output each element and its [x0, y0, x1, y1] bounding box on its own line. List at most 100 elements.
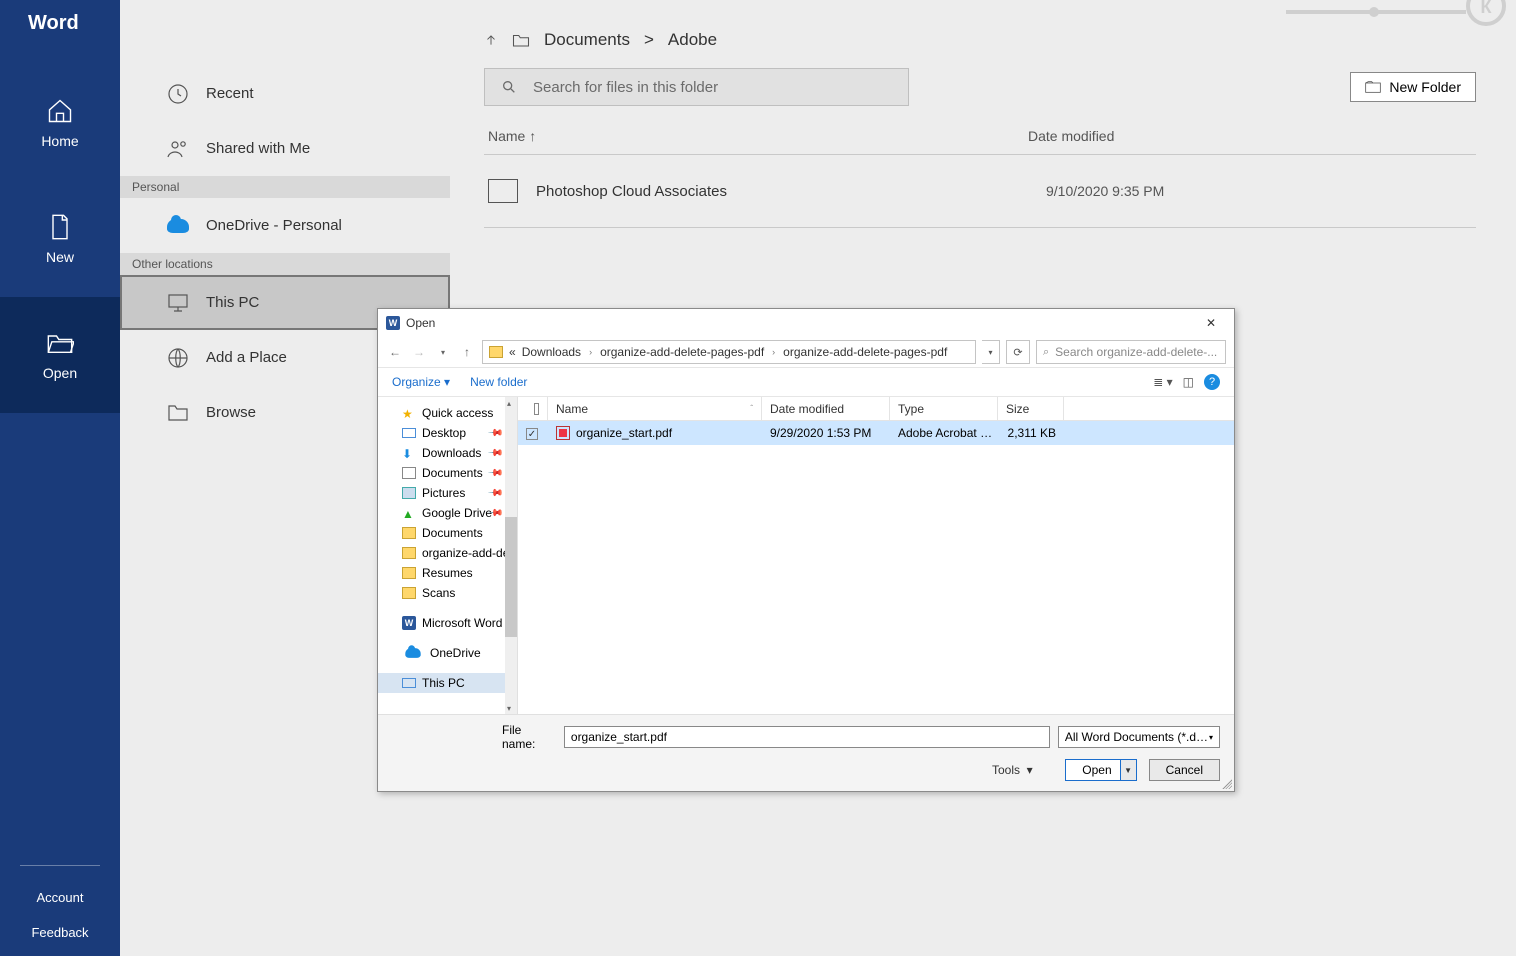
- tree-item[interactable]: Desktop📌: [378, 423, 517, 443]
- folder-open-icon: [512, 31, 530, 49]
- new-folder-label: New Folder: [1389, 79, 1461, 95]
- tree-item[interactable]: Scans: [378, 583, 517, 603]
- col-name[interactable]: Name: [488, 128, 525, 144]
- location-recent[interactable]: Recent: [120, 66, 450, 121]
- search-icon: [501, 79, 517, 95]
- search-icon: ⌕: [1043, 346, 1049, 359]
- scrollbar-thumb[interactable]: [505, 517, 517, 637]
- tools-menu[interactable]: Tools ▾: [992, 763, 1033, 777]
- close-button[interactable]: ✕: [1196, 316, 1226, 330]
- up-button[interactable]: ↑: [458, 345, 476, 359]
- crumb-adobe[interactable]: Adobe: [668, 30, 717, 50]
- search-input[interactable]: Search for files in this folder: [484, 68, 909, 106]
- tree-item[interactable]: Resumes: [378, 563, 517, 583]
- col-type[interactable]: Type: [890, 397, 998, 420]
- tree-item[interactable]: ⬇Downloads📌: [378, 443, 517, 463]
- tree-item[interactable]: ★Quick access: [378, 403, 517, 423]
- folder-icon: [488, 179, 518, 203]
- tree-item[interactable]: organize-add-de: [378, 543, 517, 563]
- newfolder-button[interactable]: New folder: [470, 375, 527, 389]
- sort-asc-icon: ↑: [529, 128, 536, 144]
- newfolder-icon: [1365, 80, 1381, 94]
- new-folder-button[interactable]: New Folder: [1350, 72, 1476, 102]
- scroll-down-icon[interactable]: ▾: [507, 704, 515, 712]
- category-personal: Personal: [120, 176, 450, 198]
- tree-item[interactable]: ▲Google Drive📌: [378, 503, 517, 523]
- refresh-button[interactable]: ⟳: [1006, 340, 1030, 364]
- folder-name: Photoshop Cloud Associates: [536, 183, 1046, 200]
- nav-home-label: Home: [41, 133, 78, 149]
- dialog-search-placeholder: Search organize-add-delete-...: [1055, 345, 1217, 359]
- location-shared[interactable]: Shared with Me: [120, 121, 450, 176]
- preview-pane-button[interactable]: ◫: [1183, 375, 1194, 389]
- folder-date: 9/10/2020 9:35 PM: [1046, 183, 1164, 199]
- scroll-up-icon[interactable]: ▴: [507, 399, 515, 407]
- category-other: Other locations: [120, 253, 450, 275]
- file-list-header: Nameˆ Date modified Type Size: [518, 397, 1234, 421]
- resize-grip[interactable]: [1220, 777, 1232, 789]
- location-onedrive-label: OneDrive - Personal: [206, 217, 342, 234]
- address-bar[interactable]: « Downloads› organize-add-delete-pages-p…: [482, 340, 976, 364]
- dialog-title: Open: [406, 316, 435, 330]
- app-sidebar: Word Home New Open Account Feedback: [0, 0, 120, 956]
- col-date[interactable]: Date modified: [762, 397, 890, 420]
- breadcrumb: Documents > Adobe: [484, 30, 1476, 50]
- open-button[interactable]: Open▼: [1065, 759, 1136, 781]
- nav-new[interactable]: New: [0, 181, 120, 297]
- nav-feedback[interactable]: Feedback: [31, 925, 88, 940]
- col-name[interactable]: Nameˆ: [548, 397, 762, 420]
- nav-account[interactable]: Account: [37, 890, 84, 905]
- help-button[interactable]: ?: [1204, 374, 1220, 390]
- app-brand: Word: [0, 0, 120, 35]
- view-mode-button[interactable]: ≣ ▾: [1153, 375, 1172, 389]
- dialog-search-input[interactable]: ⌕ Search organize-add-delete-...: [1036, 340, 1226, 364]
- organize-menu[interactable]: Organize ▾: [392, 375, 450, 389]
- forward-button[interactable]: →: [410, 345, 428, 359]
- filename-label: File name:: [502, 723, 556, 751]
- location-shared-label: Shared with Me: [206, 140, 310, 157]
- filename-input[interactable]: [564, 726, 1050, 748]
- tree-item[interactable]: Pictures📌: [378, 483, 517, 503]
- tree-item[interactable]: This PC: [378, 673, 517, 693]
- list-header: Name ↑ Date modified: [484, 128, 1476, 154]
- tree-item[interactable]: WMicrosoft Word: [378, 613, 517, 633]
- file-size: 2,311 KB: [998, 426, 1064, 440]
- nav-tree: ★Quick accessDesktop📌⬇Downloads📌Document…: [378, 397, 518, 714]
- onedrive-icon: [166, 214, 190, 238]
- location-onedrive[interactable]: OneDrive - Personal: [120, 198, 450, 253]
- file-type: Adobe Acrobat D...: [890, 426, 998, 440]
- nav-open-label: Open: [43, 365, 77, 381]
- filetype-filter[interactable]: All Word Documents (*.docx;*.d▾: [1058, 726, 1220, 748]
- path-seg-2[interactable]: organize-add-delete-pages-pdf: [600, 345, 764, 359]
- pdf-icon: [556, 426, 570, 440]
- col-check[interactable]: [526, 397, 548, 420]
- up-icon[interactable]: [484, 33, 498, 47]
- document-icon: [46, 213, 74, 241]
- path-seg-1[interactable]: Downloads: [522, 345, 581, 359]
- tree-item[interactable]: Documents📌: [378, 463, 517, 483]
- address-dropdown[interactable]: ▾: [982, 340, 1000, 364]
- nav-new-label: New: [46, 249, 74, 265]
- clock-icon: [166, 82, 190, 106]
- path-ellipsis: «: [509, 345, 516, 359]
- col-date[interactable]: Date modified: [1028, 128, 1472, 144]
- tree-item[interactable]: OneDrive: [378, 643, 517, 663]
- location-addplace-label: Add a Place: [206, 349, 287, 366]
- file-name: organize_start.pdf: [576, 426, 672, 440]
- file-row[interactable]: ✓ organize_start.pdf 9/29/2020 1:53 PM A…: [518, 421, 1234, 445]
- path-seg-3[interactable]: organize-add-delete-pages-pdf: [783, 345, 947, 359]
- nav-open[interactable]: Open: [0, 297, 120, 413]
- word-icon: W: [386, 316, 400, 330]
- recent-dropdown[interactable]: ▾: [434, 348, 452, 357]
- back-button[interactable]: ←: [386, 345, 404, 359]
- nav-home[interactable]: Home: [0, 65, 120, 181]
- cancel-button[interactable]: Cancel: [1149, 759, 1220, 781]
- open-dropdown[interactable]: ▼: [1120, 760, 1136, 780]
- file-checkbox[interactable]: ✓: [526, 428, 538, 440]
- tree-item[interactable]: Documents: [378, 523, 517, 543]
- folder-row[interactable]: Photoshop Cloud Associates 9/10/2020 9:3…: [484, 155, 1476, 227]
- crumb-documents[interactable]: Documents: [544, 30, 630, 50]
- pc-icon: [166, 291, 190, 315]
- people-icon: [166, 137, 190, 161]
- col-size[interactable]: Size: [998, 397, 1064, 420]
